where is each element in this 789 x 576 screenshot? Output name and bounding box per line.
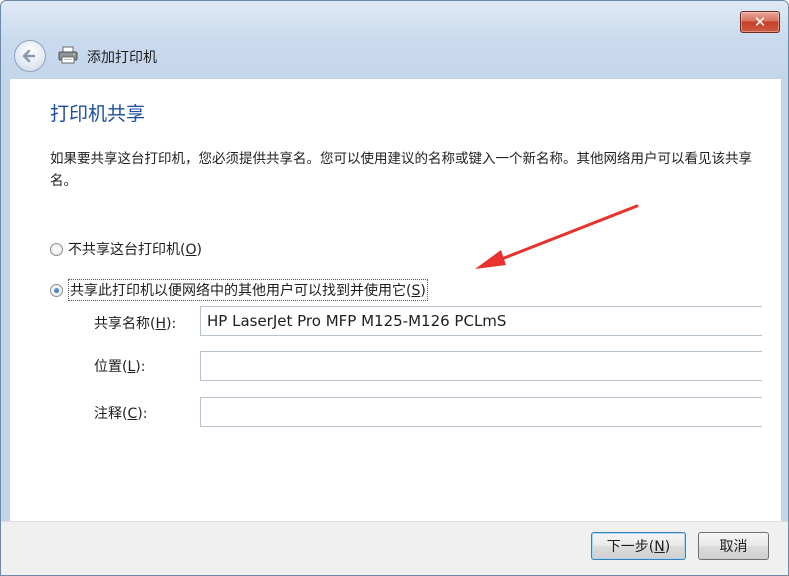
window-title: 添加打印机 [87, 50, 157, 66]
radio-no-share-label[interactable]: 不共享这台打印机(O) [68, 239, 202, 259]
back-arrow-icon [22, 49, 36, 63]
comment-label: 注释(C): [94, 406, 148, 422]
radio-share-indicator[interactable] [50, 283, 63, 297]
share-name-input[interactable] [200, 306, 762, 336]
radio-share-label[interactable]: 共享此打印机以便网络中的其他用户可以找到并使用它(S) [68, 279, 428, 301]
back-button[interactable] [14, 40, 46, 72]
share-name-label: 共享名称(H): [94, 316, 177, 332]
next-button[interactable]: 下一步(N) [591, 532, 686, 560]
close-icon: ✕ [753, 13, 767, 31]
wizard-content: 打印机共享 如果要共享这台打印机，您必须提供共享名。您可以使用建议的名称或键入一… [10, 79, 781, 521]
location-input[interactable] [200, 351, 762, 381]
close-button[interactable]: ✕ [740, 11, 780, 33]
radio-no-share[interactable]: 不共享这台打印机(O) [50, 239, 202, 259]
page-description: 如果要共享这台打印机，您必须提供共享名。您可以使用建议的名称或键入一个新名称。其… [50, 151, 752, 189]
wizard-footer: 下一步(N) 取消 [1, 521, 788, 575]
radio-share[interactable]: 共享此打印机以便网络中的其他用户可以找到并使用它(S) [50, 279, 428, 301]
page-title: 打印机共享 [50, 103, 146, 125]
add-printer-window: ✕ 添加打印机 打印机共享 如果要共享这台打印机，您必须提供共享名。您可以使用建… [0, 0, 789, 576]
location-label: 位置(L): [94, 359, 146, 375]
radio-no-share-indicator[interactable] [50, 242, 63, 256]
printer-icon [58, 46, 78, 64]
cancel-button[interactable]: 取消 [698, 532, 769, 560]
comment-input[interactable] [200, 397, 762, 427]
